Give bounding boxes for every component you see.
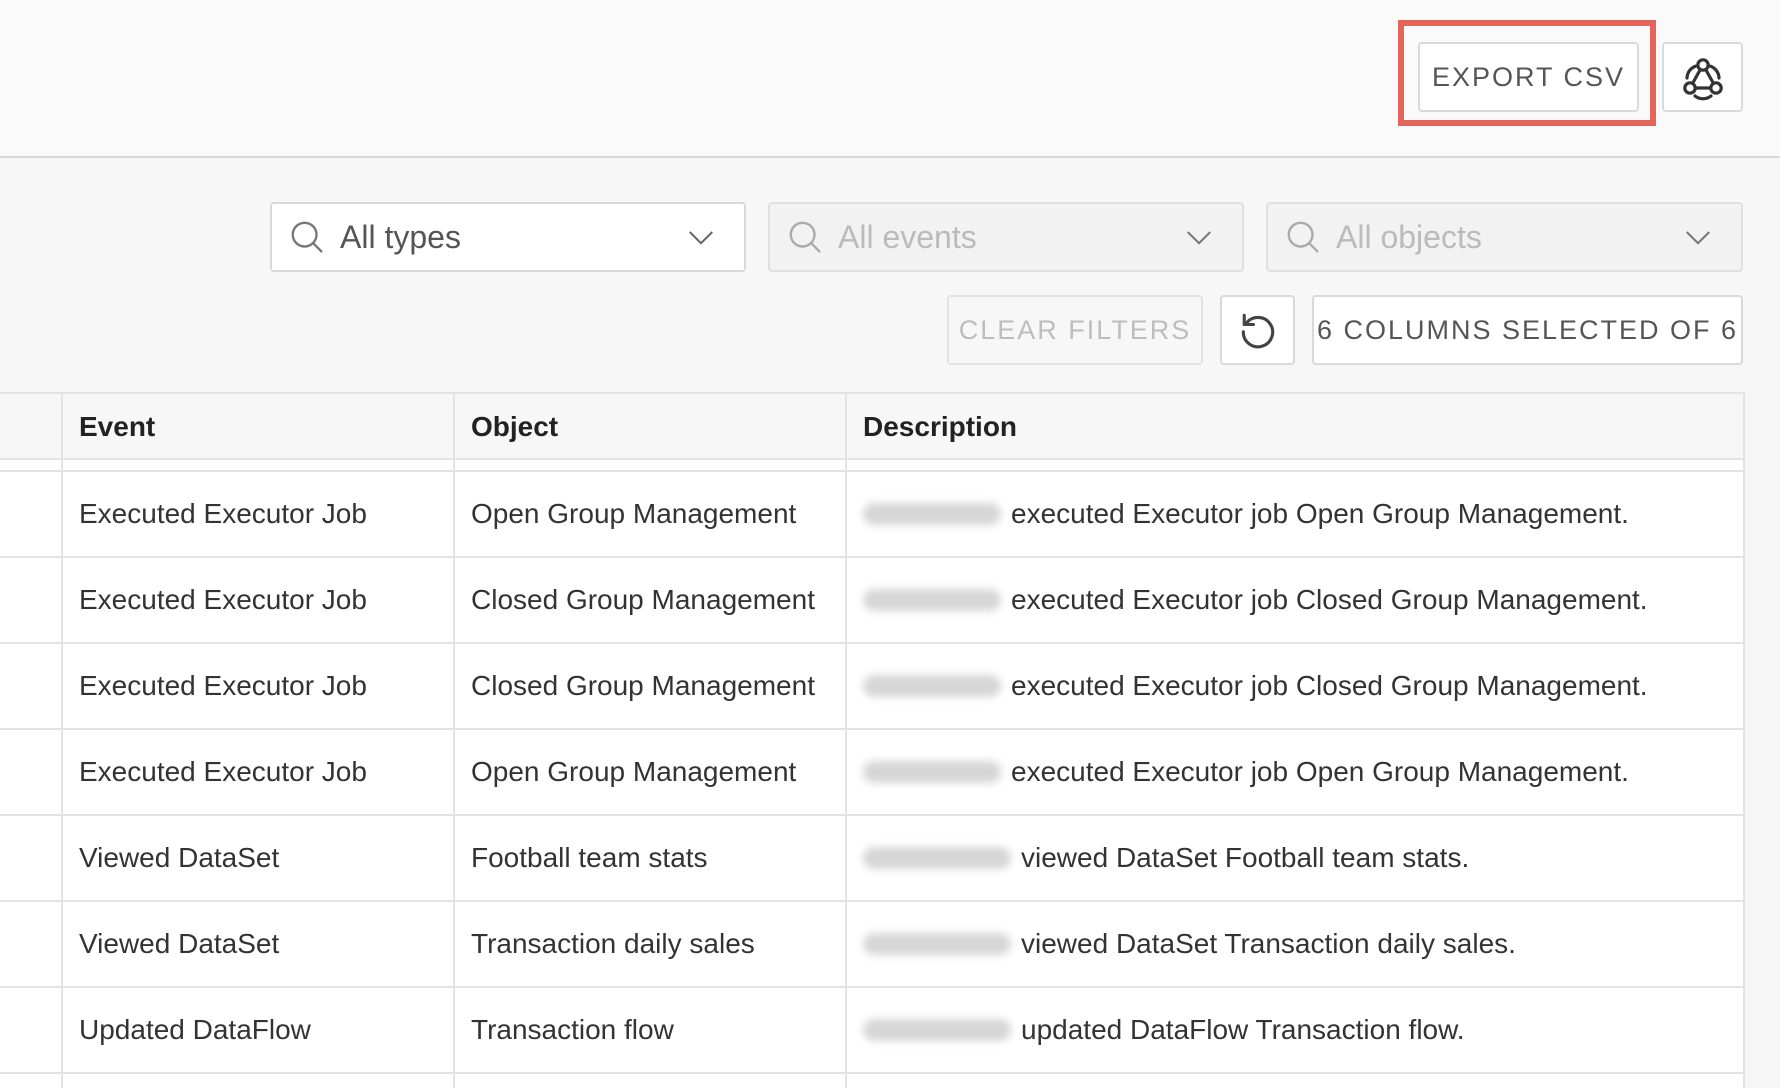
description-cell: viewed DataSet Football team stats. [846,816,1743,900]
description-text: executed Executor job Closed Group Manag… [1011,584,1648,615]
object-cell: Open Group Management [471,498,797,529]
types-filter[interactable]: All types [270,202,746,272]
event-cell: Viewed DataSet [79,842,280,873]
clear-filters-button[interactable]: CLEAR FILTERS [947,295,1203,365]
objects-filter-placeholder: All objects [1336,218,1482,255]
object-cell: Football team stats [471,842,708,873]
description-cell: executed Executor job Closed Group Manag… [846,558,1743,642]
event-cell: Executed Executor Job [79,584,367,615]
redacted-user-name [863,675,1001,697]
object-cell: Open Group Management [471,756,797,787]
export-csv-button[interactable]: EXPORT CSV [1418,42,1639,112]
object-cell: Closed Group Management [471,584,815,615]
chevron-down-icon [1686,231,1710,245]
description-cell: executed Executor job Open Group Managem… [846,730,1743,814]
objects-filter[interactable]: All objects [1266,202,1743,272]
column-header-object[interactable]: Object [454,394,846,460]
reset-button[interactable] [1220,295,1295,365]
description-cell: updated DataFlow Transaction flow. [846,988,1743,1072]
search-icon [789,221,821,253]
table-row[interactable]: Executed Executor Job Closed Group Manag… [0,644,1743,730]
column-divider [845,392,847,1088]
table-row-partial [0,460,1743,472]
event-cell: Viewed DataSet [79,928,280,959]
event-cell: Updated DataFlow [79,1014,311,1045]
column-divider [61,392,63,1088]
chevron-down-icon [689,231,713,245]
reset-icon [1241,313,1274,349]
columns-selected-button[interactable]: 6 COLUMNS SELECTED OF 6 [1312,295,1743,365]
description-cell: executed Executor job Open Group Managem… [846,472,1743,556]
webhook-button[interactable] [1662,42,1743,112]
event-cell: Executed Executor Job [79,498,367,529]
description-text: viewed DataSet Football team stats. [1021,842,1470,873]
table-row[interactable]: Viewed DataSet Transaction daily sales v… [0,902,1743,988]
description-text: executed Executor job Closed Group Manag… [1011,670,1648,701]
table-row[interactable]: Executed Executor Job Open Group Managem… [0,472,1743,558]
redacted-user-name [863,589,1001,611]
description-cell: viewed DataSet Transaction daily sales. [846,902,1743,986]
column-divider [453,392,455,1088]
top-toolbar: EXPORT CSV [0,0,1780,158]
object-cell: Closed Group Management [471,670,815,701]
events-filter-placeholder: All events [838,218,977,255]
redacted-user-name [863,933,1011,955]
search-icon [1287,221,1319,253]
event-cell: Executed Executor Job [79,756,367,787]
table-row[interactable]: Executed Executor Job Open Group Managem… [0,730,1743,816]
column-header-event[interactable]: Event [62,394,454,460]
table-row[interactable]: Executed Executor Job Closed Group Manag… [0,558,1743,644]
redacted-user-name [863,847,1011,869]
object-cell: Transaction daily sales [471,928,755,959]
search-icon [291,221,323,253]
table-row[interactable]: Updated DataFlow Transaction flow update… [0,988,1743,1074]
table-row[interactable]: Viewed DataSet Football team stats viewe… [0,816,1743,902]
object-cell: Transaction flow [471,1014,674,1045]
description-text: executed Executor job Open Group Managem… [1011,498,1629,529]
description-text: viewed DataSet Transaction daily sales. [1021,928,1516,959]
events-filter[interactable]: All events [768,202,1244,272]
description-text: executed Executor job Open Group Managem… [1011,756,1629,787]
description-text: updated DataFlow Transaction flow. [1021,1014,1465,1045]
event-cell: Executed Executor Job [79,670,367,701]
chevron-down-icon [1187,231,1211,245]
types-filter-placeholder: All types [340,218,461,255]
redacted-user-name [863,761,1001,783]
description-cell: executed Executor job Closed Group Manag… [846,644,1743,728]
events-table: Event Object Description Executed Execut… [0,392,1745,1088]
column-header-description[interactable]: Description [846,394,1743,460]
redacted-user-name [863,1019,1011,1041]
table-header: Event Object Description [0,392,1743,460]
webhook-icon [1682,58,1723,101]
redacted-user-name [863,503,1001,525]
